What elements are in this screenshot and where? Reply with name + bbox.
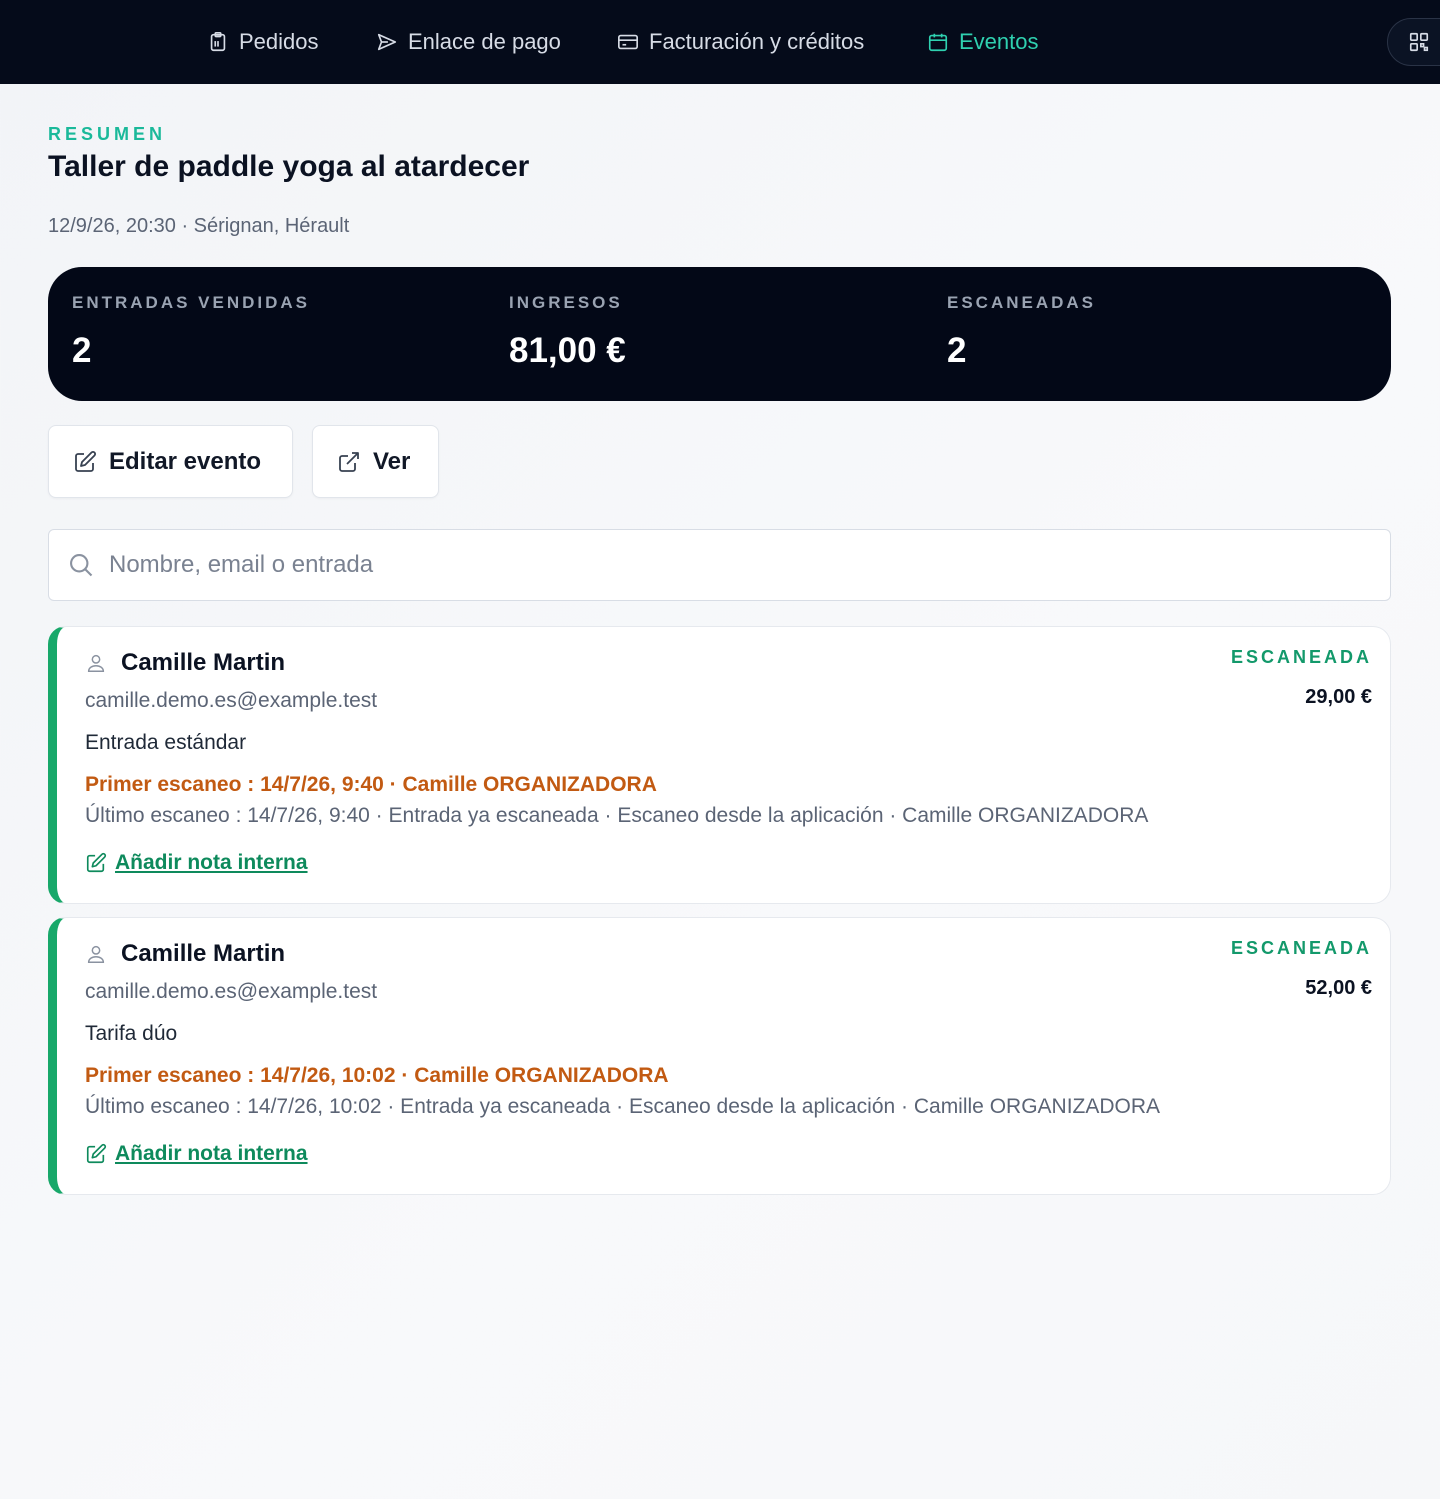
- qr-scan-button[interactable]: [1387, 18, 1440, 66]
- nav-label: Eventos: [959, 29, 1039, 54]
- nav-item-eventos[interactable]: Eventos: [927, 0, 1039, 84]
- status-badge: ESCANEADA: [1230, 647, 1372, 667]
- stat-value: 81,00 €: [509, 331, 626, 370]
- button-label: Ver: [373, 447, 411, 475]
- edit-icon: [86, 852, 107, 873]
- ticket-price: 29,00 €: [1305, 686, 1372, 708]
- stat-value: 2: [947, 331, 967, 370]
- last-scan: Último escaneo : 14/7/26, 9:40 · Entrada…: [85, 804, 1149, 827]
- attendee-email: camille.demo.es@example.test: [85, 689, 378, 712]
- external-link-icon: [339, 451, 359, 472]
- ticket-type: Tarifa dúo: [85, 1022, 178, 1045]
- stat-label: INGRESOS: [509, 293, 623, 312]
- nav-item-pedidos[interactable]: Pedidos: [207, 0, 319, 84]
- add-internal-note-link[interactable]: Añadir nota interna: [85, 1142, 308, 1166]
- view-button[interactable]: Ver: [312, 425, 439, 498]
- first-scan: Primer escaneo : 14/7/26, 10:02 · Camill…: [85, 1064, 669, 1087]
- ticket-price: 52,00 €: [1305, 977, 1372, 999]
- edit-icon: [86, 1143, 107, 1164]
- attendee-card: Camille Martin camille.demo.es@example.t…: [48, 626, 1391, 904]
- credit-card-icon: [618, 34, 638, 50]
- top-nav: Pedidos Enlace de pago Facturación y cré…: [0, 0, 1440, 84]
- section-eyebrow: RESUMEN: [48, 124, 167, 144]
- nav-label: Pedidos: [239, 29, 319, 54]
- nav-item-facturacion[interactable]: Facturación y créditos: [617, 0, 864, 84]
- ticket-type: Entrada estándar: [85, 731, 247, 754]
- note-label: Añadir nota interna: [115, 851, 308, 874]
- search-input[interactable]: [109, 551, 1309, 579]
- edit-icon: [75, 450, 96, 472]
- clipboard-icon: [210, 32, 226, 52]
- stat-label: ENTRADAS VENDIDAS: [72, 293, 311, 312]
- stat-value: 2: [72, 331, 92, 370]
- event-meta: 12/9/26, 20:30 · Sérignan, Hérault: [48, 215, 350, 237]
- attendee-name: Camille Martin: [121, 940, 286, 967]
- stat-label: ESCANEADAS: [947, 293, 1097, 312]
- attendee-card: Camille Martin camille.demo.es@example.t…: [48, 917, 1391, 1195]
- button-label: Editar evento: [109, 447, 262, 475]
- status-badge: ESCANEADA: [1230, 938, 1372, 958]
- page-title: Taller de paddle yoga al atardecer: [48, 150, 530, 183]
- user-icon: [87, 945, 105, 963]
- edit-event-button[interactable]: Editar evento: [48, 425, 293, 498]
- first-scan: Primer escaneo : 14/7/26, 9:40 · Camille…: [85, 773, 657, 796]
- nav-label: Facturación y créditos: [649, 29, 865, 54]
- note-label: Añadir nota interna: [115, 1142, 308, 1165]
- attendee-email: camille.demo.es@example.test: [85, 980, 378, 1003]
- user-icon: [87, 654, 105, 672]
- stats-panel: ENTRADAS VENDIDAS 2 INGRESOS 81,00 € ESC…: [48, 267, 1391, 401]
- calendar-icon: [928, 33, 948, 52]
- last-scan: Último escaneo : 14/7/26, 10:02 · Entrad…: [85, 1095, 1161, 1118]
- attendee-name-row: Camille Martin: [85, 649, 285, 677]
- add-internal-note-link[interactable]: Añadir nota interna: [85, 851, 308, 875]
- send-icon: [377, 33, 397, 51]
- search-box: [48, 529, 1391, 601]
- attendee-name: Camille Martin: [121, 649, 286, 676]
- search-icon: [70, 554, 93, 577]
- attendee-name-row: Camille Martin: [85, 940, 285, 968]
- nav-item-enlace-de-pago[interactable]: Enlace de pago: [376, 0, 561, 84]
- qr-code-icon: [1409, 32, 1429, 52]
- nav-label: Enlace de pago: [408, 29, 561, 54]
